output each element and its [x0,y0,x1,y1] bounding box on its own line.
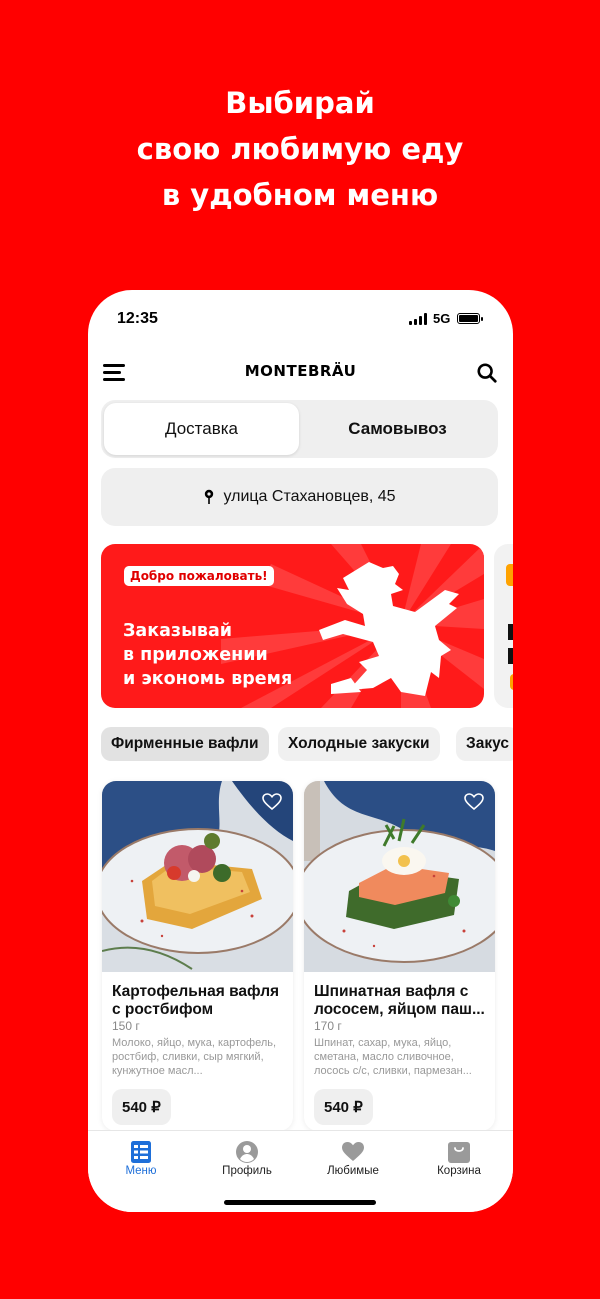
app-bar: MONTEBRÄU [88,356,513,396]
product-description: Шпинат, сахар, мука, яйцо, сметана, масл… [314,1037,472,1077]
headline-line-2: свою любимую еду [136,132,464,166]
status-bar: 12:35 5G [88,290,513,350]
tab-label: Профиль [222,1165,272,1177]
tab-profile[interactable]: Профиль [194,1131,300,1191]
home-indicator [224,1200,376,1205]
banner-text: Заказывай в приложении и экономь время [123,619,292,691]
headline-line-1: Выбирай [225,86,375,120]
next-banner-peek[interactable] [494,544,513,708]
tab-label: Корзина [437,1165,481,1177]
delivery-mode-toggle: Доставка Самовывоз [101,400,498,458]
profile-icon [236,1141,258,1163]
promo-banner[interactable]: Добро пожаловать! Заказывай в приложении… [101,544,484,708]
tab-cart[interactable]: Корзина [406,1131,512,1191]
tab-menu[interactable]: Меню [88,1131,194,1191]
status-time: 12:35 [117,310,158,327]
address-text: улица Стахановцев, 45 [223,488,396,505]
address-selector[interactable]: улица Стахановцев, 45 [101,468,498,526]
signal-icon [409,313,427,325]
tab-label: Меню [125,1165,157,1177]
price-button[interactable]: 540 ₽ [314,1089,373,1125]
search-icon[interactable] [476,362,498,384]
tab-favorites[interactable]: Любимые [300,1131,406,1191]
phone-screen: 12:35 5G MONTEBRÄU Доставка Самовывоз ул… [88,290,513,1212]
banner-line-1: Заказывай [123,621,233,641]
favorite-heart-icon[interactable] [262,793,282,811]
menu-list-icon [131,1141,151,1163]
battery-icon [457,313,483,324]
banner-line-3: и экономь время [123,669,293,689]
tab-delivery[interactable]: Доставка [104,403,299,455]
tab-pickup[interactable]: Самовывоз [300,403,495,455]
lion-logo-icon [319,562,459,696]
product-name: Картофельная вафля с ростбифом [112,983,280,1018]
product-weight: 170 г [314,1019,342,1033]
location-pin-icon [205,489,214,504]
product-name: Шпинатная вафля с лососем, яйцом паш... [314,983,485,1018]
product-weight: 150 г [112,1019,140,1033]
brand-logo: MONTEBRÄU [244,362,357,380]
network-type: 5G [433,311,451,326]
product-card[interactable]: Шпинатная вафля с лососем, яйцом паш... … [304,781,495,1131]
category-chip-cold-starters[interactable]: Холодные закуски [278,727,440,761]
welcome-badge: Добро пожаловать! [124,566,274,586]
category-chips: Фирменные вафли Холодные закуски Закус [101,727,513,761]
category-chip-starters[interactable]: Закус [456,727,513,761]
category-chip-signature-waffles[interactable]: Фирменные вафли [101,727,269,761]
tab-label: Любимые [327,1165,379,1177]
promo-headline: Выбирай свою любимую еду в удобном меню [0,80,600,218]
heart-icon [342,1142,364,1161]
banner-line-2: в приложении [123,645,268,665]
headline-line-3: в удобном меню [161,178,439,212]
bag-icon [448,1142,470,1163]
price-button[interactable]: 540 ₽ [112,1089,171,1125]
favorite-heart-icon[interactable] [464,793,484,811]
product-description: Молоко, яйцо, мука, картофель, ростбиф, … [112,1037,277,1077]
product-card[interactable]: Картофельная вафля с ростбифом 150 г Мол… [102,781,293,1131]
